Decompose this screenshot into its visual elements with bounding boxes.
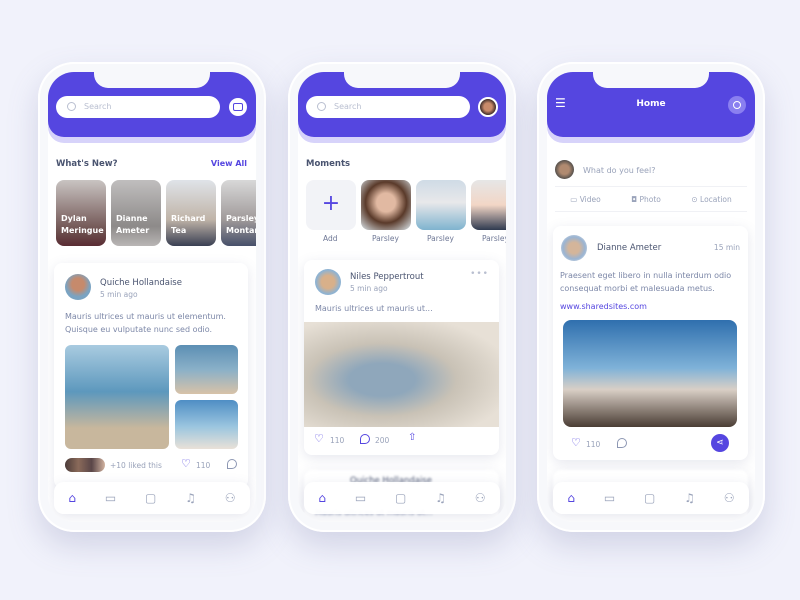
profile-avatar[interactable] [478, 97, 498, 117]
section-title: Moments [306, 159, 351, 169]
post-text: Praesent eget libero in nulla interdum o… [560, 271, 732, 293]
post-image[interactable] [304, 322, 499, 427]
avatar[interactable] [65, 274, 91, 300]
post-text: Mauris ultrices ut mauris ut elementum. Q… [65, 312, 226, 334]
post-card: Quiche Hollandaise 5 min ago Mauris ultr… [54, 263, 248, 488]
author-name[interactable]: Niles Peppertrout [350, 272, 424, 282]
post-card: Dianne Ameter 15 min Praesent eget liber… [553, 226, 748, 460]
home-icon[interactable]: ⌂ [567, 491, 575, 505]
header: Search [48, 72, 256, 137]
liker-avatars[interactable] [65, 458, 105, 472]
phone-home: ☰ Home What do you feel? ▭ Video ◘ Photo… [537, 62, 765, 532]
status-input[interactable]: What do you feel? [583, 166, 655, 175]
bell-icon[interactable]: ♫ [684, 491, 695, 505]
post-image[interactable] [65, 345, 169, 449]
post-actions-bar: ▭ Video ◘ Photo ⊙ Location [555, 186, 747, 212]
liked-by-text: +10 liked this [110, 461, 162, 470]
bottom-nav: ⌂ ▭ ▢ ♫ ⚇ [553, 482, 749, 514]
camera-icon [233, 103, 243, 111]
chat-icon[interactable]: ▢ [395, 491, 406, 505]
search-icon [317, 102, 326, 111]
story-card[interactable]: ParsleyMontana [221, 180, 256, 246]
search-icon [733, 101, 741, 109]
share-button[interactable]: ⋖ [711, 434, 729, 452]
story-card[interactable]: Dianne Ameter [111, 180, 161, 246]
author-name[interactable]: Dianne Ameter [597, 243, 661, 253]
user-avatar [555, 160, 574, 179]
story-card[interactable]: Richard Tea [166, 180, 216, 246]
home-icon[interactable]: ⌂ [318, 491, 326, 505]
video-button[interactable]: ▭ Video [570, 195, 601, 204]
moment-thumb[interactable] [471, 180, 506, 230]
comment-icon[interactable] [360, 434, 370, 444]
search-input[interactable]: Search [306, 96, 470, 118]
share-icon: ⋖ [716, 438, 724, 448]
heart-icon[interactable]: ♡ [571, 436, 581, 449]
post-card: Niles Peppertrout 5 min ago ••• Mauris u… [304, 260, 499, 455]
moment-thumb[interactable] [416, 180, 466, 230]
avatar[interactable] [561, 235, 587, 261]
header: Search [298, 72, 506, 137]
page-title: Home [636, 99, 666, 109]
share-icon[interactable]: ⇧ [408, 432, 416, 443]
profile-icon[interactable]: ⚇ [475, 491, 486, 505]
like-count: 110 [586, 440, 601, 449]
photo-button[interactable]: ◘ Photo [631, 195, 661, 204]
post-image[interactable] [563, 320, 737, 427]
chat-icon[interactable]: ▢ [145, 491, 156, 505]
bottom-nav: ⌂ ▭ ▢ ♫ ⚇ [54, 482, 250, 514]
post-time: 5 min ago [350, 284, 388, 293]
search-icon [67, 102, 76, 111]
more-options-icon[interactable]: ••• [470, 269, 489, 279]
profile-icon[interactable]: ⚇ [225, 491, 236, 505]
plus-icon: + [321, 191, 341, 216]
camera-button[interactable] [229, 98, 247, 116]
phone-feed: Search What's New? View All Dylan Meringu… [38, 62, 266, 532]
header: ☰ Home [547, 72, 755, 137]
story-card[interactable]: Dylan Meringue [56, 180, 106, 246]
moment-label: Add [323, 234, 338, 243]
post-image[interactable] [175, 400, 238, 449]
chat-icon[interactable]: ▢ [644, 491, 655, 505]
comment-icon[interactable] [227, 459, 237, 469]
tv-icon[interactable]: ▭ [355, 491, 366, 505]
add-moment-button[interactable]: + [306, 180, 356, 230]
like-count: 110 [330, 436, 345, 445]
bottom-nav: ⌂ ▭ ▢ ♫ ⚇ [304, 482, 500, 514]
moment-label: Parsley [482, 234, 506, 243]
moment-label: Parsley [427, 234, 454, 243]
post-link[interactable]: www.sharedsites.com [560, 302, 647, 311]
moment-label: Parsley [372, 234, 399, 243]
home-icon[interactable]: ⌂ [68, 491, 76, 505]
location-button[interactable]: ⊙ Location [691, 195, 731, 204]
tv-icon[interactable]: ▭ [604, 491, 615, 505]
bell-icon[interactable]: ♫ [435, 491, 446, 505]
avatar[interactable] [315, 269, 341, 295]
view-all-link[interactable]: View All [211, 159, 247, 168]
profile-icon[interactable]: ⚇ [724, 491, 735, 505]
search-button[interactable] [728, 96, 746, 114]
post-text: Mauris ultrices ut mauris ut... [315, 304, 433, 313]
comment-count: 200 [375, 436, 390, 445]
bell-icon[interactable]: ♫ [185, 491, 196, 505]
search-input[interactable]: Search [56, 96, 220, 118]
post-time: 15 min [713, 243, 740, 252]
author-name[interactable]: Quiche Hollandaise [100, 278, 182, 288]
comment-icon[interactable] [617, 438, 627, 448]
tv-icon[interactable]: ▭ [105, 491, 116, 505]
moment-thumb[interactable] [361, 180, 411, 230]
like-count: 110 [196, 461, 211, 470]
post-image[interactable] [175, 345, 238, 394]
heart-icon[interactable]: ♡ [314, 432, 324, 445]
heart-icon[interactable]: ♡ [181, 457, 191, 470]
post-time: 5 min ago [100, 290, 138, 299]
section-title: What's New? [56, 159, 118, 169]
phone-moments: Search Moments + Add Parsley Parsley Par… [288, 62, 516, 532]
